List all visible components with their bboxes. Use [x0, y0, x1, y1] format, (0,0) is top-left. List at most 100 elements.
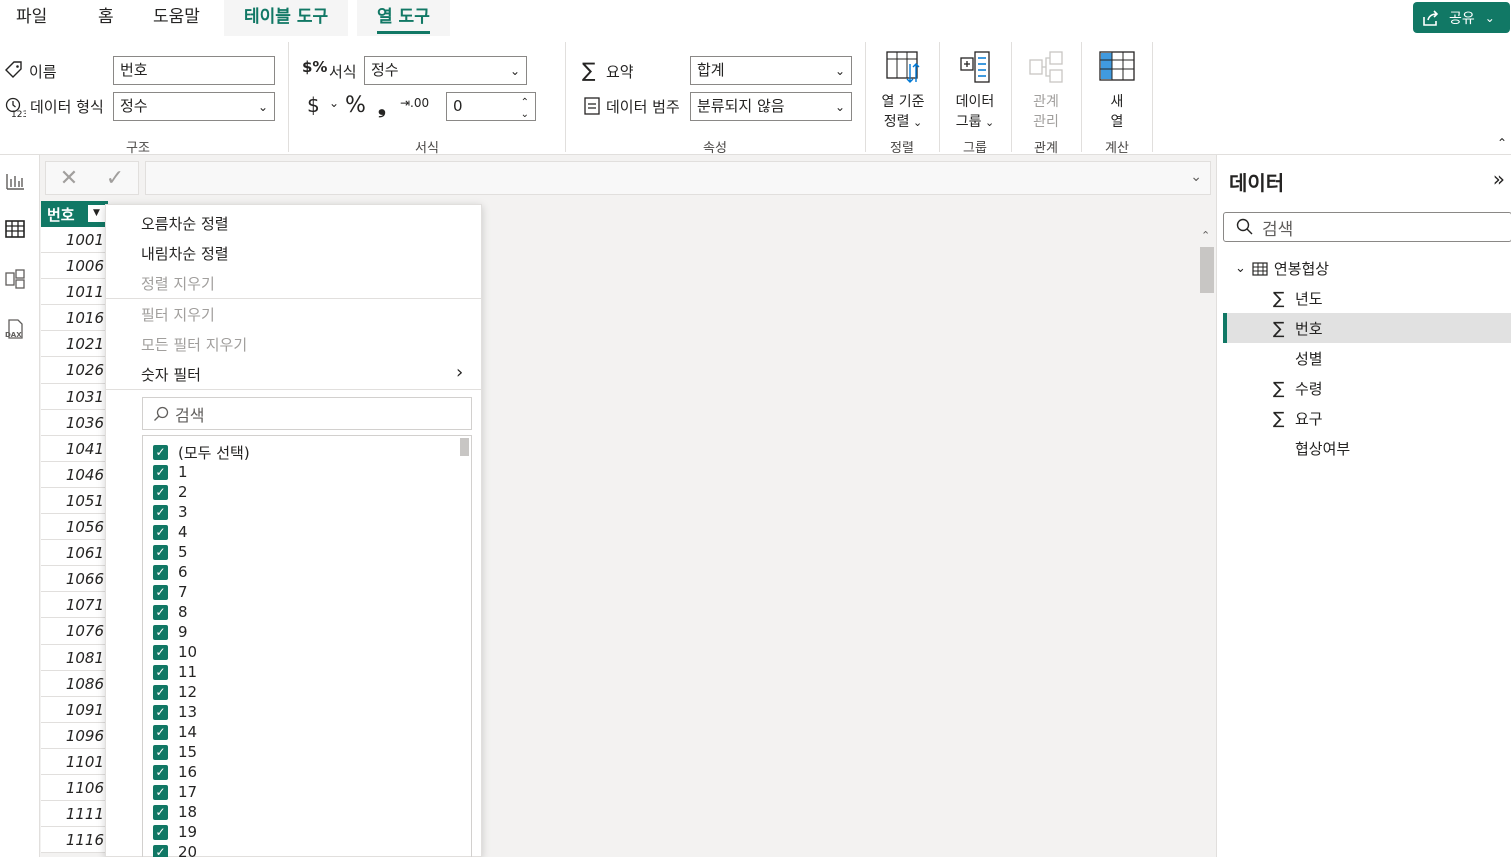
filter-value-item[interactable]: ✓ 19: [153, 822, 197, 842]
table-cell[interactable]: 1096: [41, 722, 108, 749]
table-cell[interactable]: 1021: [41, 331, 108, 358]
table-cell[interactable]: 1076: [41, 618, 108, 645]
filter-value-item[interactable]: ✓ 17: [153, 782, 197, 802]
tab-help[interactable]: 도움말: [153, 0, 200, 36]
clear-filter-item[interactable]: 필터 지우기: [141, 304, 215, 325]
commit-formula-icon[interactable]: ✓: [106, 166, 124, 191]
filter-value-item[interactable]: ✓ 4: [153, 522, 188, 542]
dax-query-view-icon[interactable]: DAX: [4, 318, 26, 340]
manage-relationships-button[interactable]: 관계 관리: [1016, 50, 1076, 132]
tab-file[interactable]: 파일: [16, 0, 47, 36]
new-column-button[interactable]: 새 열: [1087, 50, 1147, 132]
filter-value-item[interactable]: ✓ 16: [153, 762, 197, 782]
format-select[interactable]: 정수 ⌄: [364, 56, 527, 85]
filter-value-item[interactable]: ✓ 14: [153, 722, 197, 742]
filter-value-item[interactable]: ✓ 11: [153, 662, 197, 682]
filter-value-item[interactable]: ✓ 6: [153, 562, 188, 582]
table-node[interactable]: ⌄ 연봉협상: [1235, 258, 1329, 279]
table-cell[interactable]: 1026: [41, 357, 108, 384]
chevron-down-icon[interactable]: ⌄: [1235, 261, 1246, 276]
filter-value-item[interactable]: ✓ 13: [153, 702, 197, 722]
table-cell[interactable]: 1086: [41, 670, 108, 697]
table-cell[interactable]: 1061: [41, 540, 108, 567]
table-cell[interactable]: 1101: [41, 748, 108, 775]
field-item[interactable]: 성별: [1273, 348, 1323, 369]
filter-dropdown-icon[interactable]: ▼: [88, 205, 105, 222]
table-cell[interactable]: 1066: [41, 566, 108, 593]
currency-button[interactable]: $: [307, 93, 320, 117]
checkbox-checked-icon[interactable]: ✓: [153, 624, 168, 640]
table-cell[interactable]: 1006: [41, 253, 108, 280]
table-cell[interactable]: 1011: [41, 279, 108, 306]
checkbox-checked-icon[interactable]: ✓: [153, 804, 168, 820]
table-cell[interactable]: 1001: [41, 227, 108, 254]
checkbox-checked-icon[interactable]: ✓: [153, 744, 168, 760]
checkbox-checked-icon[interactable]: ✓: [153, 784, 168, 800]
filter-value-item[interactable]: ✓ 3: [153, 502, 188, 522]
checkbox-checked-icon[interactable]: ✓: [153, 444, 168, 460]
filter-value-item[interactable]: ✓ 20: [153, 842, 197, 857]
table-cell[interactable]: 1041: [41, 435, 108, 462]
cancel-formula-icon[interactable]: ✕: [60, 166, 78, 191]
expand-formula-icon[interactable]: ⌄: [1190, 169, 1202, 185]
field-item[interactable]: ∑ 번호: [1273, 318, 1323, 339]
filter-value-item[interactable]: ✓ (모두 선택): [153, 442, 250, 462]
filter-value-item[interactable]: ✓ 18: [153, 802, 197, 822]
checkbox-checked-icon[interactable]: ✓: [153, 724, 168, 740]
table-cell[interactable]: 1051: [41, 487, 108, 515]
filter-search-input[interactable]: 검색: [142, 397, 472, 430]
data-search-input[interactable]: 검색: [1223, 212, 1511, 242]
clear-all-filters-item[interactable]: 모든 필터 지우기: [141, 334, 247, 355]
table-cell[interactable]: 1116: [41, 827, 108, 854]
comma-button[interactable]: ❟: [378, 94, 386, 118]
filter-value-item[interactable]: ✓ 7: [153, 582, 188, 602]
filter-value-item[interactable]: ✓ 2: [153, 482, 188, 502]
table-cell[interactable]: 1111: [41, 801, 108, 828]
checkbox-checked-icon[interactable]: ✓: [153, 564, 168, 580]
tab-table-tools[interactable]: 테이블 도구: [224, 0, 349, 36]
checkbox-checked-icon[interactable]: ✓: [153, 844, 168, 857]
table-scrollbar[interactable]: ⌃: [1198, 227, 1216, 857]
table-cell[interactable]: 1036: [41, 409, 108, 436]
model-view-icon[interactable]: [4, 268, 26, 290]
percent-button[interactable]: %: [345, 93, 366, 118]
filter-value-item[interactable]: ✓ 5: [153, 542, 188, 562]
checkbox-checked-icon[interactable]: ✓: [153, 484, 168, 500]
table-cell[interactable]: 1031: [41, 383, 108, 410]
field-item[interactable]: 협상여부: [1273, 438, 1350, 459]
column-header[interactable]: 번호 ▼: [41, 201, 108, 227]
collapse-ribbon-icon[interactable]: ⌃: [1497, 136, 1507, 150]
decimal-button[interactable]: ⇥.00: [400, 96, 429, 110]
tab-column-tools[interactable]: 열 도구: [357, 0, 450, 36]
filter-value-item[interactable]: ✓ 15: [153, 742, 197, 762]
decimal-places-input[interactable]: 0 ⌃ ⌄: [446, 92, 536, 121]
spinner-down-icon[interactable]: ⌄: [521, 105, 529, 120]
field-item[interactable]: ∑ 년도: [1273, 288, 1323, 309]
filter-value-item[interactable]: ✓ 12: [153, 682, 197, 702]
checkbox-checked-icon[interactable]: ✓: [153, 504, 168, 520]
name-field[interactable]: 번호: [113, 56, 275, 85]
checkbox-checked-icon[interactable]: ✓: [153, 664, 168, 680]
formula-input[interactable]: ⌄: [145, 161, 1211, 195]
checkbox-checked-icon[interactable]: ✓: [153, 684, 168, 700]
table-cell[interactable]: 1056: [41, 514, 108, 541]
checkbox-checked-icon[interactable]: ✓: [153, 824, 168, 840]
summary-select[interactable]: 합계 ⌄: [690, 56, 852, 85]
checkbox-checked-icon[interactable]: ✓: [153, 704, 168, 720]
filter-value-item[interactable]: ✓ 8: [153, 602, 188, 622]
clear-sort-item[interactable]: 정렬 지우기: [141, 273, 215, 294]
checkbox-checked-icon[interactable]: ✓: [153, 464, 168, 480]
filter-value-item[interactable]: ✓ 10: [153, 642, 197, 662]
field-item[interactable]: ∑ 요구: [1273, 408, 1323, 429]
data-groups-button[interactable]: 데이터 그룹 ⌄: [944, 50, 1006, 133]
datatype-select[interactable]: 정수 ⌄: [113, 92, 275, 121]
checkbox-checked-icon[interactable]: ✓: [153, 604, 168, 620]
category-select[interactable]: 분류되지 않음 ⌄: [690, 92, 852, 121]
scroll-thumb[interactable]: [1200, 247, 1214, 293]
table-cell[interactable]: 1091: [41, 696, 108, 723]
table-view-icon[interactable]: [4, 218, 26, 240]
sort-descending-item[interactable]: 내림차순 정렬: [141, 243, 229, 264]
sort-ascending-item[interactable]: 오름차순 정렬: [141, 213, 229, 234]
table-cell[interactable]: 1071: [41, 592, 108, 619]
checkbox-checked-icon[interactable]: ✓: [153, 764, 168, 780]
